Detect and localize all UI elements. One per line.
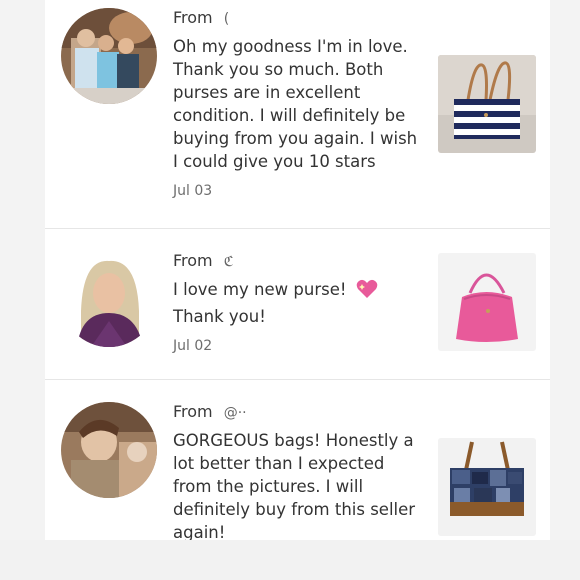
review-item: From ℭ I love my new purse! Thank you! J… xyxy=(45,229,550,379)
from-label: From xyxy=(173,251,213,270)
review-message: Oh my goodness I'm in love. Thank you so… xyxy=(173,37,418,171)
review-item: From @·· GORGEOUS bags! Honestly a lot b… xyxy=(45,380,550,540)
reviews-feed: From ( Oh my goodness I'm in love. Thank… xyxy=(45,0,550,540)
listing-thumbnail[interactable] xyxy=(438,253,536,351)
reviewer-avatar[interactable] xyxy=(61,402,157,498)
reviewer-avatar[interactable] xyxy=(61,8,157,104)
review-from: From ℭ xyxy=(173,251,421,272)
screenshot-frame: From ( Oh my goodness I'm in love. Thank… xyxy=(0,0,580,580)
review-message: GORGEOUS bags! Honestly a lot better tha… xyxy=(173,431,416,540)
review-item: From ( Oh my goodness I'm in love. Thank… xyxy=(45,0,550,228)
review-message: I love my new purse! Thank you! xyxy=(173,278,421,328)
review-date: Jul 02 xyxy=(173,338,213,354)
review-message-line2: Thank you! xyxy=(173,307,266,326)
listing-thumbnail[interactable] xyxy=(438,55,536,153)
review-from: From ( xyxy=(173,8,421,29)
review-text: From ℭ I love my new purse! Thank you! J… xyxy=(173,251,421,354)
reviewer-username[interactable]: ( xyxy=(224,11,229,27)
pink-hobo-bag-icon xyxy=(438,253,536,351)
reviewer-avatar[interactable] xyxy=(61,251,157,347)
bottom-band xyxy=(0,540,580,580)
review-text: From ( Oh my goodness I'm in love. Thank… xyxy=(173,8,421,199)
patchwork-denim-bag-icon xyxy=(438,438,536,536)
family-photo-avatar-icon xyxy=(61,8,157,104)
sparkling-heart-icon xyxy=(356,279,378,305)
review-from: From @·· xyxy=(173,402,421,423)
child-photo-avatar-icon xyxy=(61,402,157,498)
review-message-line1: I love my new purse! xyxy=(173,280,347,299)
striped-tote-bag-icon xyxy=(438,55,536,153)
reviewer-username[interactable]: ℭ xyxy=(224,254,234,270)
from-label: From xyxy=(173,402,213,421)
listing-thumbnail[interactable] xyxy=(438,438,536,536)
review-date: Jul 03 xyxy=(173,183,213,199)
woman-portrait-avatar-icon xyxy=(61,251,157,347)
from-label: From xyxy=(173,8,213,27)
reviewer-username[interactable]: @·· xyxy=(224,405,247,421)
review-text: From @·· GORGEOUS bags! Honestly a lot b… xyxy=(173,402,421,540)
